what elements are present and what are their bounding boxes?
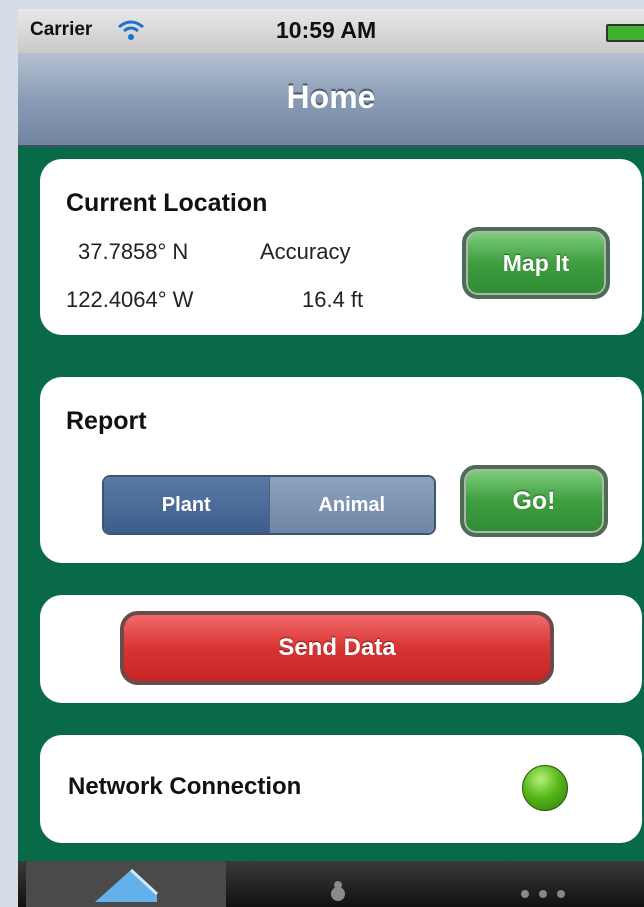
map-it-button[interactable]: Map It	[462, 227, 610, 299]
app-frame: Carrier 10:59 AM Home Current Location 3…	[0, 0, 644, 907]
current-location-title: Current Location	[66, 189, 268, 217]
phone-screen: Carrier 10:59 AM Home Current Location 3…	[18, 9, 644, 907]
current-location-card: Current Location 37.7858° N Accuracy 122…	[40, 159, 642, 335]
status-bar: Carrier 10:59 AM	[18, 9, 644, 54]
send-data-card: Send Data	[40, 595, 642, 703]
accuracy-value: 16.4 ft	[302, 287, 364, 312]
tab-home[interactable]	[26, 861, 226, 907]
longitude-value: 122.4064° W	[66, 287, 194, 312]
go-button[interactable]: Go!	[460, 465, 608, 537]
tab-more[interactable]	[448, 861, 638, 907]
home-icon	[91, 868, 161, 907]
network-connection-card: Network Connection	[40, 735, 642, 843]
page-title: Home	[286, 79, 376, 115]
latitude-value: 37.7858° N	[78, 239, 189, 264]
bug-icon	[326, 880, 350, 907]
segment-animal[interactable]: Animal	[268, 477, 434, 533]
battery-icon	[606, 24, 644, 42]
send-data-button[interactable]: Send Data	[120, 611, 554, 685]
tab-report[interactable]	[248, 861, 428, 907]
more-icon	[513, 884, 573, 907]
network-status-indicator	[522, 765, 568, 811]
clock-time: 10:59 AM	[276, 17, 377, 43]
report-type-segmented-control: Plant Animal	[102, 475, 436, 535]
report-title: Report	[66, 407, 147, 435]
report-card: Report Plant Animal Go!	[40, 377, 642, 563]
tab-bar	[18, 861, 644, 907]
accuracy-label: Accuracy	[260, 239, 351, 264]
carrier-label: Carrier	[30, 19, 93, 40]
network-connection-label: Network Connection	[68, 773, 302, 800]
navigation-bar: Home	[18, 53, 644, 147]
wifi-icon	[116, 18, 146, 47]
segment-plant[interactable]: Plant	[104, 477, 269, 533]
